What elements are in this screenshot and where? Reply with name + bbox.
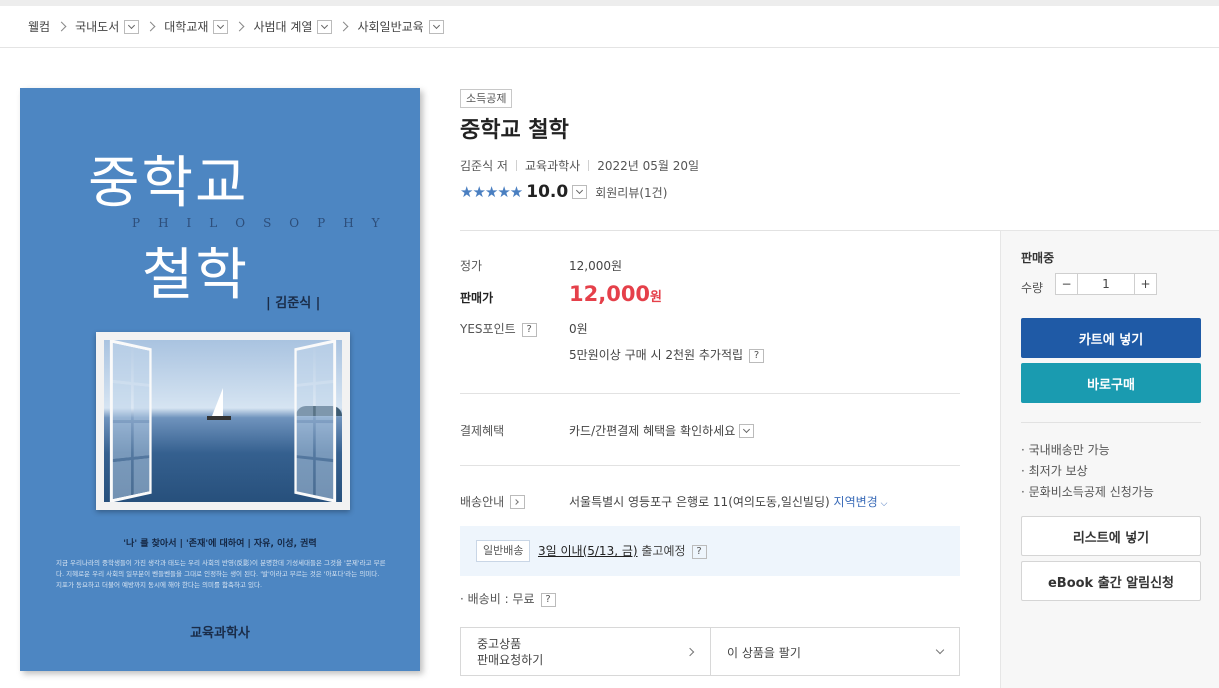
cover-body-text: 지금 우리나라의 중학생들이 가진 생각과 태도는 우리 사회의 반영(反影)이… <box>56 559 386 589</box>
points-extra: 5만원이상 구매 시 2천원 추가적립? <box>569 346 765 363</box>
buy-now-button[interactable]: 바로구매 <box>1021 363 1201 403</box>
payment-benefit-toggle[interactable]: 카드/간편결제 혜택을 확인하세요 <box>569 422 755 439</box>
divider <box>588 160 590 171</box>
window-shutter-left <box>109 340 152 502</box>
cover-title-line1: 중학교 <box>88 151 249 216</box>
chevron-right-icon <box>234 21 245 32</box>
used-goods-box: 중고상품 판매요청하기 이 상품을 팔기 <box>460 627 960 676</box>
change-region-link[interactable]: 지역변경 <box>834 495 878 509</box>
note-lowest-price: · 최저가 보상 <box>1021 464 1088 478</box>
list-price-label: 정가 <box>460 259 483 273</box>
sell-this-item-label: 이 상품을 팔기 <box>727 646 801 660</box>
chevron-right-icon <box>339 21 349 32</box>
breadcrumb-item[interactable]: 국내도서 <box>75 18 140 35</box>
help-icon[interactable]: ? <box>540 592 556 607</box>
shipping-address: 서울특별시 영등포구 은행로 11(여의도동,일신빌딩) 지역변경 ⌵ <box>569 495 888 509</box>
points-value: 0원 <box>569 322 588 336</box>
add-to-cart-button[interactable]: 카트에 넣기 <box>1021 318 1201 358</box>
chevron-down-icon[interactable] <box>739 423 755 438</box>
cover-subtitle: PHILOSOPHY <box>132 216 398 230</box>
list-price-value: 12,000원 <box>569 259 623 273</box>
author-link[interactable]: 김준식 저 <box>460 157 508 174</box>
breadcrumb-item[interactable]: 대학교재 <box>164 18 229 35</box>
help-icon[interactable]: ? <box>749 348 765 363</box>
sale-price: 12,000원 <box>569 282 663 306</box>
ebook-alert-button[interactable]: eBook 출간 알림신청 <box>1021 561 1201 601</box>
shipping-fee: · 배송비 : 무료? <box>460 590 556 607</box>
publisher-link[interactable]: 교육과학사 <box>525 157 580 174</box>
add-to-list-button[interactable]: 리스트에 넣기 <box>1021 516 1201 556</box>
chevron-right-icon[interactable] <box>510 494 526 509</box>
boat-hull <box>207 416 231 420</box>
chevron-down-icon[interactable] <box>572 185 588 199</box>
cover-window-illustration <box>96 332 350 510</box>
purchase-panel: 판매중 수량 − 1 + 카트에 넣기 바로구매 · 국내배송만 가능 · 최저… <box>1000 230 1219 688</box>
help-icon[interactable]: ? <box>521 322 537 337</box>
breadcrumb-item[interactable]: 사회일반교육 <box>357 18 444 35</box>
sale-status: 판매중 <box>1021 251 1055 265</box>
delivery-eta: 3일 이내(5/13, 금) 출고예정? <box>538 542 707 559</box>
rating-score: 10.0 <box>526 182 569 202</box>
used-sale-request-label: 중고상품 판매요청하기 <box>477 637 544 667</box>
chevron-right-icon <box>145 21 156 32</box>
sailboat-icon <box>212 388 223 416</box>
rating: ★★★★★ 10.0 회원리뷰(1건) <box>460 182 667 202</box>
payment-label: 결제혜택 <box>460 424 505 438</box>
chevron-down-icon: ⌵ <box>877 499 888 509</box>
qty-increase-button[interactable]: + <box>1134 274 1156 294</box>
points-label: YES포인트? <box>460 320 537 337</box>
cover-tagline: '나' 를 찾아서 | '존재'에 대하여 | 자유, 이성, 권력 <box>123 539 317 549</box>
publish-date: 2022년 05월 20일 <box>597 159 700 173</box>
breadcrumb-item[interactable]: 사범대 계열 <box>253 18 333 35</box>
help-icon[interactable]: ? <box>691 544 707 559</box>
breadcrumb: 웰컴 국내도서 대학교재 사범대 계열 사회일반교육 <box>0 6 1219 48</box>
cover-publisher: 교육과학사 <box>190 626 250 641</box>
note-domestic: · 국내배송만 가능 <box>1021 443 1110 457</box>
qty-input[interactable]: 1 <box>1078 274 1134 294</box>
shipping-label: 배송안내 <box>460 493 526 510</box>
cover-title-line2: 철학 <box>142 243 250 308</box>
quantity-stepper: − 1 + <box>1055 273 1157 295</box>
divider <box>460 230 1000 231</box>
product-meta: 김준식 저 교육과학사 2022년 05월 20일 <box>460 157 699 174</box>
chevron-down-icon[interactable] <box>428 19 444 34</box>
window-shutter-right <box>294 340 337 502</box>
star-rating-icon: ★★★★★ <box>460 183 523 201</box>
used-sale-request-button[interactable]: 중고상품 판매요청하기 <box>461 628 710 675</box>
divider <box>1021 422 1201 423</box>
page-title: 중학교 철학 <box>460 118 569 143</box>
breadcrumb-home[interactable]: 웰컴 <box>28 18 50 35</box>
qty-label: 수량 <box>1021 281 1044 295</box>
delivery-estimate: 일반배송 3일 이내(5/13, 금) 출고예정? <box>460 526 960 576</box>
sale-price-label: 판매가 <box>460 291 494 305</box>
cover-author: | 김준식 | <box>266 296 321 311</box>
chevron-down-icon[interactable] <box>317 19 333 34</box>
chevron-down-icon[interactable] <box>213 19 229 34</box>
delivery-type-badge: 일반배송 <box>476 540 531 562</box>
sell-this-item-dropdown[interactable]: 이 상품을 팔기 <box>710 628 959 675</box>
chevron-down-icon[interactable] <box>124 19 140 34</box>
qty-decrease-button[interactable]: − <box>1056 274 1078 294</box>
divider <box>460 465 960 466</box>
divider <box>515 160 517 171</box>
divider <box>460 393 960 394</box>
book-cover[interactable]: 중학교 PHILOSOPHY 철학 | 김준식 | '나' 를 찾아서 | '존… <box>20 88 420 671</box>
chevron-down-icon <box>935 645 945 655</box>
tax-deduction-badge: 소득공제 <box>460 89 513 108</box>
note-culture-deduction: · 문화비소득공제 신청가능 <box>1021 485 1154 499</box>
review-link[interactable]: 회원리뷰(1건) <box>595 184 667 201</box>
chevron-right-icon <box>56 21 67 32</box>
sea-scene <box>104 340 342 502</box>
chevron-right-icon <box>685 647 695 657</box>
